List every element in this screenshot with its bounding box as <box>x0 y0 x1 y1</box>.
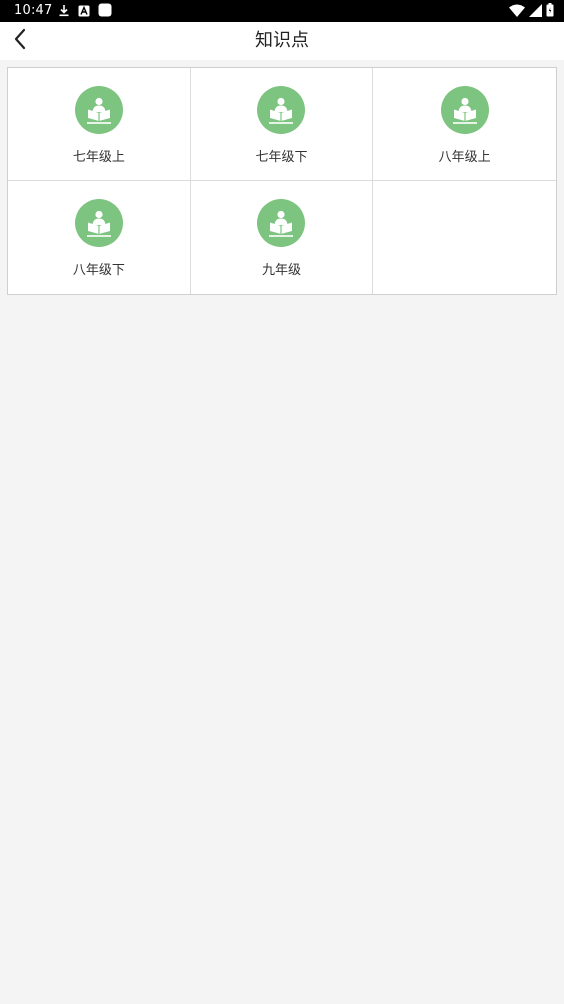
a-box-icon <box>78 2 90 21</box>
signal-icon <box>529 2 542 21</box>
reading-person-icon <box>257 86 306 134</box>
status-time: 10:47 <box>14 3 53 18</box>
status-system-icons <box>509 2 554 21</box>
reading-person-icon <box>74 199 123 247</box>
chevron-left-icon <box>13 28 27 54</box>
app-square-icon <box>98 2 112 21</box>
reading-person-icon <box>74 86 123 134</box>
back-button[interactable] <box>4 24 36 58</box>
grade-label: 七年级上 <box>72 150 125 165</box>
grade-cell-grade7-first[interactable]: 七年级上 <box>8 68 191 181</box>
reading-person-icon <box>440 86 489 134</box>
grade-cell-grade8-first[interactable]: 八年级上 <box>373 68 556 181</box>
grade-label: 九年级 <box>261 263 301 278</box>
grade-label: 七年级下 <box>255 150 308 165</box>
page-title: 知识点 <box>255 30 309 51</box>
status-notification-icons <box>58 2 112 21</box>
grade-label: 八年级下 <box>72 263 125 278</box>
reading-person-icon <box>257 199 306 247</box>
empty-grid-cell <box>373 181 556 294</box>
wifi-icon <box>509 2 525 21</box>
grade-cell-grade7-second[interactable]: 七年级下 <box>190 68 374 181</box>
grade-cell-grade8-second[interactable]: 八年级下 <box>8 181 191 294</box>
grade-label: 八年级上 <box>438 150 491 165</box>
app-bar: 知识点 <box>0 22 564 60</box>
grade-grid: 七年级上 七年级下 八年级上 八年级下 九年级 <box>7 67 557 295</box>
download-icon <box>58 2 70 21</box>
grade-cell-grade9[interactable]: 九年级 <box>190 181 374 294</box>
status-bar: 10:47 <box>0 0 564 22</box>
battery-icon <box>546 2 554 21</box>
